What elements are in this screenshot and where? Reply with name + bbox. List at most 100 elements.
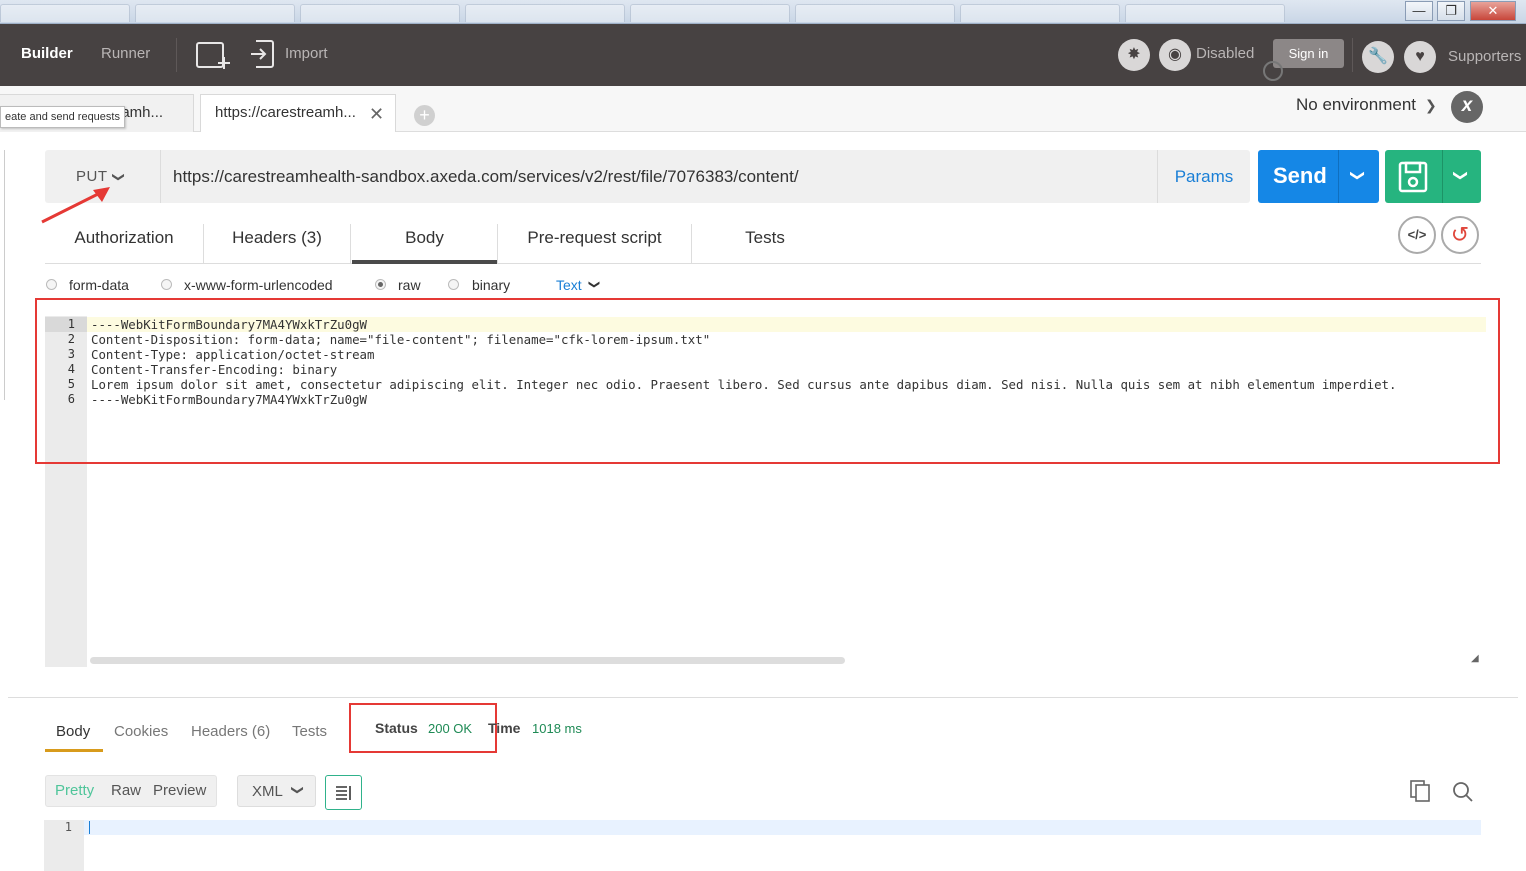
settings-wrench-icon[interactable]: 🔧 (1362, 41, 1394, 73)
close-tab-icon[interactable]: ✕ (369, 96, 384, 132)
form-data-label: form-data (69, 277, 129, 293)
save-icon (1398, 161, 1428, 198)
line-number: 2 (67, 332, 75, 346)
restore-window-button[interactable]: ❐ (1437, 1, 1465, 21)
runner-tab[interactable]: Runner (101, 45, 150, 62)
time-value: 1018 ms (532, 721, 582, 736)
url-bar: PUT ❯ Params (45, 150, 1250, 203)
chevron-down-icon[interactable]: ❯ (588, 280, 601, 289)
tabs-baseline (45, 263, 1481, 264)
environment-select[interactable]: No environment (1296, 95, 1416, 115)
raw-radio[interactable] (375, 279, 386, 290)
wrap-lines-button[interactable] (325, 775, 362, 810)
response-tab-headers[interactable]: Headers (6) (191, 723, 270, 740)
generate-code-icon[interactable]: </> (1398, 216, 1436, 254)
request-body-editor[interactable]: 1 2 3 4 5 6 ----WebKitFormBoundary7MA4YW… (45, 316, 1486, 667)
search-icon[interactable] (1452, 781, 1474, 808)
builder-tab[interactable]: Builder (0, 24, 92, 86)
urlencoded-label: x-www-form-urlencoded (184, 277, 333, 293)
sign-in-button[interactable]: Sign in (1273, 39, 1344, 68)
text-cursor (89, 821, 90, 834)
tab-prerequest-script[interactable]: Pre-request script (498, 214, 691, 264)
browser-tab[interactable] (1125, 4, 1285, 22)
chevron-down-icon[interactable]: ❯ (1349, 170, 1366, 182)
tooltip: eate and send requests (0, 106, 125, 128)
annotation-box-status (349, 703, 497, 753)
response-body-viewer[interactable]: 1 (44, 820, 1481, 871)
send-button[interactable]: Send ❯ (1258, 150, 1379, 203)
browser-tab[interactable] (465, 4, 625, 22)
minimize-window-button[interactable]: — (1405, 1, 1433, 21)
response-tab-tests[interactable]: Tests (292, 723, 327, 740)
response-active-tab-indicator (45, 749, 103, 752)
import-button[interactable]: Import (285, 45, 328, 62)
response-divider (8, 697, 1518, 698)
response-tab-body[interactable]: Body (56, 723, 90, 740)
sync-status: Disabled (1196, 45, 1255, 62)
wrap-lines-icon (336, 786, 351, 800)
response-tab-cookies[interactable]: Cookies (114, 723, 168, 740)
interceptor-icon[interactable]: ✸ (1118, 39, 1150, 71)
close-window-button[interactable]: ✕ (1470, 1, 1516, 21)
browser-tab[interactable] (795, 4, 955, 22)
line-number: 1 (64, 820, 72, 834)
toolbar-divider (1352, 38, 1353, 72)
code-line: Content-Disposition: form-data; name="fi… (91, 332, 711, 347)
chevron-down-icon[interactable]: ❯ (1452, 170, 1469, 182)
add-tab-icon[interactable]: + (414, 105, 435, 126)
resize-handle-icon[interactable]: ◢ (1471, 653, 1479, 664)
request-tab-active[interactable]: https://carestreamh... ✕ (200, 94, 396, 132)
copy-icon[interactable] (1410, 780, 1432, 807)
urlencoded-radio[interactable] (161, 279, 172, 290)
response-language-select[interactable]: XML ❯ (237, 775, 316, 807)
save-divider (1442, 150, 1443, 203)
line-number: 1 (67, 317, 75, 331)
line-number: 6 (67, 392, 75, 406)
time-label: Time (488, 720, 521, 736)
horizontal-scrollbar[interactable] (90, 657, 845, 664)
send-divider (1338, 150, 1339, 203)
chevron-down-icon: ❯ (291, 784, 306, 796)
reset-icon[interactable]: ↺ (1441, 216, 1479, 254)
browser-tab[interactable] (0, 4, 130, 22)
raw-button[interactable]: Raw (111, 782, 141, 799)
url-input[interactable] (173, 165, 1153, 189)
line-number: 5 (67, 377, 75, 391)
builder-label: Builder (21, 45, 73, 62)
environment-quicklook-icon[interactable]: x (1451, 91, 1483, 123)
tab-divider (350, 224, 351, 264)
browser-tab[interactable] (630, 4, 790, 22)
chevron-down-icon[interactable]: ❯ (1425, 97, 1437, 114)
sync-icon[interactable]: ◉ (1159, 39, 1191, 71)
form-data-radio[interactable] (46, 279, 57, 290)
active-tab-indicator (352, 260, 497, 264)
import-icon[interactable] (249, 38, 275, 75)
line-number: 3 (67, 347, 75, 361)
tab-tests[interactable]: Tests (692, 214, 838, 264)
heart-icon[interactable]: ♥ (1404, 41, 1436, 73)
supporters-link[interactable]: Supporters (1448, 48, 1521, 65)
tab-headers[interactable]: Headers (3) (204, 214, 350, 264)
browser-tab[interactable] (300, 4, 460, 22)
params-button[interactable]: Params (1157, 150, 1250, 203)
tab-body[interactable]: Body (352, 214, 497, 264)
response-active-line (84, 820, 1481, 835)
pretty-button[interactable]: Pretty (55, 782, 94, 799)
browser-tab[interactable] (135, 4, 295, 22)
raw-label: raw (398, 277, 421, 293)
code-line: Content-Type: application/octet-stream (91, 347, 375, 362)
code-line: ----WebKitFormBoundary7MA4YWxkTrZu0gW (91, 317, 368, 332)
app-toolbar: Builder Runner Import ✸ ◉ Disabled Sign … (0, 24, 1526, 86)
new-window-icon[interactable] (196, 39, 232, 76)
browser-tab[interactable] (960, 4, 1120, 22)
chevron-down-icon: ❯ (112, 171, 127, 183)
code-line: ----WebKitFormBoundary7MA4YWxkTrZu0gW (91, 392, 368, 407)
save-button[interactable]: ❯ (1385, 150, 1481, 203)
status-label: Status (375, 720, 418, 736)
binary-radio[interactable] (448, 279, 459, 290)
request-tabs-bar: eamh... https://carestreamh... ✕ + No en… (0, 86, 1526, 132)
language-label: XML (252, 783, 283, 800)
tab-authorization[interactable]: Authorization (45, 214, 203, 264)
content-type-select[interactable]: Text (556, 277, 582, 293)
preview-button[interactable]: Preview (153, 782, 206, 799)
